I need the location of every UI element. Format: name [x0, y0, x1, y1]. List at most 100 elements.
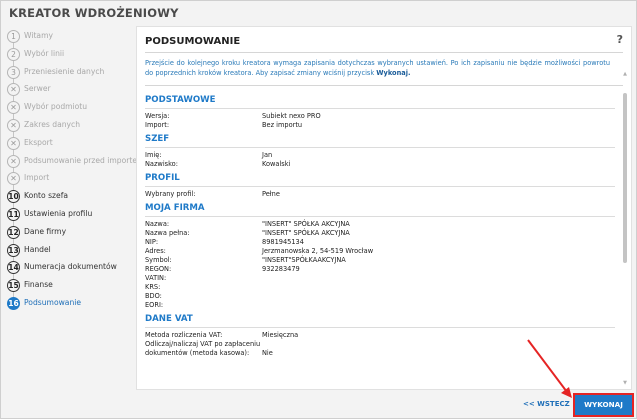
step-item: ✕ Import	[1, 170, 136, 191]
intro-text: Przejście do kolejnego kroku kreatora wy…	[145, 58, 610, 78]
step-item: 16 Podsumowanie	[1, 295, 136, 313]
summary-value: "INSERT"SPÓŁKAAKCYJNA	[262, 256, 346, 264]
summary-value: Jan	[262, 151, 273, 159]
section-title: DANE VAT	[145, 314, 615, 328]
step-label: Wybór podmiotu	[24, 102, 88, 112]
summary-row: Odliczaj/naliczaj VAT po zapłaceniu	[145, 340, 615, 349]
section-title: SZEF	[145, 134, 615, 148]
step-skipped-icon: ✕	[7, 83, 20, 97]
summary-row: KRS:	[145, 283, 615, 292]
app-title: KREATOR WDROŻENIOWY	[9, 6, 179, 20]
summary-key: REGON:	[145, 265, 172, 273]
step-number-icon: 14	[7, 261, 20, 275]
step-item: ✕ Serwer	[1, 81, 136, 102]
intro-divider	[145, 85, 623, 86]
step-label: Konto szefa	[24, 191, 69, 201]
step-skipped-icon: ✕	[7, 101, 20, 115]
title-divider	[145, 52, 623, 53]
summary-key: Nazwa pełna:	[145, 229, 190, 237]
summary-key: Wybrany profil:	[145, 190, 196, 198]
step-label: Przeniesienie danych	[24, 66, 105, 76]
summary-key: dokumentów (metoda kasowa):	[145, 349, 250, 357]
summary-key: Imię:	[145, 151, 162, 159]
step-label: Ustawienia profilu	[24, 208, 93, 218]
summary-row: Nazwa pełna: "INSERT" SPÓŁKA AKCYJNA	[145, 229, 615, 238]
summary-row: Import: Bez importu	[145, 121, 615, 130]
scrollbar[interactable]: ▲ ▼	[622, 71, 628, 386]
step-item: 12 Dane firmy	[1, 224, 136, 244]
panel-title: PODSUMOWANIE	[145, 36, 241, 47]
summary-key: Odliczaj/naliczaj VAT po zapłaceniu	[145, 340, 261, 348]
summary-key: EORI:	[145, 301, 164, 309]
step-number-icon: 2	[7, 47, 20, 61]
step-number-icon: 15	[7, 279, 20, 293]
step-label: Podsumowanie	[24, 297, 82, 307]
step-label: Zakres danych	[24, 119, 81, 129]
summary-content: PODSTAWOWE Wersja: Subiekt nexo PRO Import:…	[145, 91, 615, 383]
summary-value: Jerzmanowska 2, 54-519 Wrocław	[262, 247, 374, 255]
summary-row: NIP: 8981945134	[145, 238, 615, 247]
step-item: ✕ Wybór podmiotu	[1, 99, 136, 120]
step-item: 11 Ustawienia profilu	[1, 206, 136, 226]
summary-value: Kowalski	[262, 160, 291, 168]
summary-row: BDO:	[145, 292, 615, 301]
summary-key: Wersja:	[145, 112, 170, 120]
step-number-icon: 16	[7, 296, 20, 310]
summary-row: Metoda rozliczenia VAT: Miesięczna	[145, 331, 615, 340]
step-label: Numeracja dokumentów	[24, 262, 117, 272]
back-button[interactable]: << WSTECZ	[523, 400, 570, 408]
summary-value	[262, 301, 615, 310]
summary-value: Bez importu	[262, 121, 303, 129]
summary-key: KRS:	[145, 283, 161, 291]
step-item: 2 Wybór linii	[1, 46, 136, 66]
summary-key: Import:	[145, 121, 170, 129]
section-title: MOJA FIRMA	[145, 203, 615, 217]
step-skipped-icon: ✕	[7, 118, 20, 132]
step-label: Eksport	[24, 137, 53, 147]
step-item: 1 Witamy	[1, 28, 136, 48]
summary-row: Nazwisko: Kowalski	[145, 160, 615, 169]
step-label: Wybór linii	[24, 48, 65, 58]
summary-value: "INSERT" SPÓŁKA AKCYJNA	[262, 220, 350, 228]
summary-key: Symbol:	[145, 256, 172, 264]
summary-key: VATIN:	[145, 274, 167, 282]
step-number-icon: 10	[7, 190, 20, 204]
step-label: Dane firmy	[24, 226, 67, 236]
step-item: ✕ Zakres danych	[1, 117, 136, 137]
summary-key: Metoda rozliczenia VAT:	[145, 331, 223, 339]
step-skipped-icon: ✕	[7, 136, 20, 150]
summary-panel: PODSUMOWANIE ? Przejście do kolejnego kr…	[136, 26, 632, 390]
step-number-icon: 12	[7, 225, 20, 239]
step-label: Import	[24, 173, 50, 183]
step-item: 13 Handel	[1, 242, 136, 262]
step-number-icon: 13	[7, 243, 20, 257]
summary-row: Wersja: Subiekt nexo PRO	[145, 112, 615, 121]
intro-text-bold: Wykonaj.	[376, 69, 411, 77]
step-label: Podsumowanie przed importem	[24, 155, 145, 165]
summary-key: BDO:	[145, 292, 162, 300]
step-item: ✕ Eksport	[1, 135, 136, 155]
summary-row: EORI:	[145, 301, 615, 310]
summary-row: Nazwa: "INSERT" SPÓŁKA AKCYJNA	[145, 220, 615, 229]
step-label: Handel	[24, 244, 51, 254]
summary-value	[262, 283, 615, 292]
summary-row: Wybrany profil: Pełne	[145, 190, 615, 199]
step-item: 3 Przeniesienie danych	[1, 64, 136, 84]
summary-row: dokumentów (metoda kasowa): Nie	[145, 349, 615, 358]
step-number-icon: 11	[7, 207, 20, 221]
step-label: Serwer	[24, 84, 51, 94]
summary-value: 932283479	[262, 265, 300, 273]
summary-value: Miesięczna	[262, 331, 299, 339]
run-button[interactable]: WYKONAJ	[573, 393, 634, 417]
summary-value: Nie	[262, 349, 273, 357]
step-skipped-icon: ✕	[7, 172, 20, 186]
summary-row: Adres: Jerzmanowska 2, 54-519 Wrocław	[145, 247, 615, 256]
scroll-thumb[interactable]	[623, 93, 627, 263]
step-item: 15 Finanse	[1, 277, 136, 298]
summary-row: REGON: 932283479	[145, 265, 615, 274]
summary-row: VATIN:	[145, 274, 615, 283]
scroll-down-icon[interactable]: ▼	[622, 380, 628, 386]
step-skipped-icon: ✕	[7, 154, 20, 168]
help-icon[interactable]: ?	[617, 33, 623, 46]
scroll-up-icon[interactable]: ▲	[622, 71, 628, 77]
